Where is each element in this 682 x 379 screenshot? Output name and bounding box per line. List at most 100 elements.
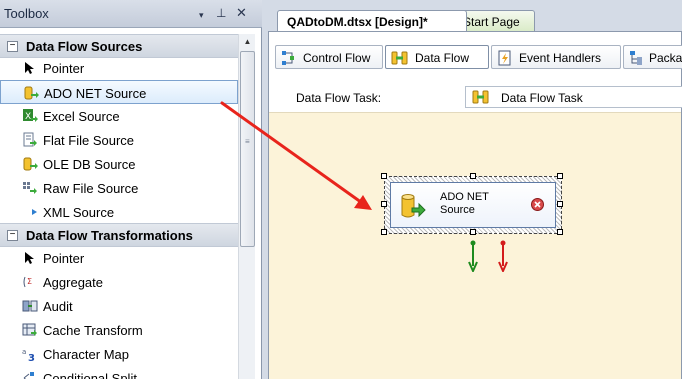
toolbox-item-ado-net-source[interactable]: ADO NET Source [0,80,238,104]
section-label: Data Flow Sources [26,39,143,54]
toolbox-item-pointer[interactable]: Pointer [0,56,238,80]
pointer-icon [22,250,38,266]
tab-label: Packa [649,51,682,65]
package-designer: Control Flow Data Flow Event Handlers Pa… [268,31,682,379]
ole-db-source-icon [22,156,38,172]
toolbox-item-label: XML Source [43,205,115,220]
package-explorer-icon [629,50,645,66]
toolbox-scrollbar[interactable]: ▲ ≡ [238,34,255,379]
error-output-arrow-icon[interactable] [498,240,508,272]
svg-text:X: X [25,112,31,122]
success-output-arrow-icon[interactable] [468,240,478,272]
data-flow-task-select[interactable]: Data Flow Task [465,86,682,108]
scroll-up-icon[interactable]: ▲ [239,34,256,50]
tab-package-explorer[interactable]: Packa [623,45,682,69]
excel-source-icon: X [22,108,38,124]
data-flow-canvas[interactable]: ADO NET Source [269,112,681,379]
close-icon[interactable]: ✕ [236,6,247,20]
window-position-dropdown-icon[interactable]: ▾ [199,8,204,22]
toolbox-item-pointer-2[interactable]: Pointer [0,246,238,270]
component-label: ADO NET Source [440,191,489,216]
tab-label: Data Flow [415,51,470,65]
toolbox-item-raw-file-source[interactable]: Raw File Source [0,176,238,200]
resize-handle[interactable] [557,201,563,207]
flat-file-source-icon [22,132,38,148]
task-label: Data Flow Task: [296,91,382,105]
tab-label: Event Handlers [519,51,602,65]
toolbox-item-aggregate[interactable]: Σ Aggregate [0,270,238,294]
ado-net-source-icon [23,85,39,101]
toolbox-item-xml-source[interactable]: XML Source [0,200,238,224]
conditional-split-icon [22,370,38,379]
audit-icon [22,298,38,314]
scrollbar-thumb[interactable]: ≡ [240,51,255,247]
section-data-flow-sources[interactable]: − Data Flow Sources [0,34,238,58]
raw-file-source-icon [22,180,38,196]
toolbox-item-label: Audit [43,299,73,314]
resize-handle[interactable] [381,229,387,235]
tab-start-page[interactable]: Start Page [455,10,535,32]
svg-text:a: a [22,348,26,356]
resize-handle[interactable] [557,173,563,179]
data-flow-task-bar: Data Flow Task: Data Flow Task [269,82,682,112]
toolbox-item-label: Conditional Split [43,371,137,379]
ado-net-source-icon [400,191,426,221]
toolbox-item-label: Pointer [43,251,85,266]
resize-handle[interactable] [381,173,387,179]
toolbox-item-cache-transform[interactable]: Cache Transform [0,318,238,342]
section-data-flow-transformations[interactable]: − Data Flow Transformations [0,223,238,247]
designer-tab-strip: Control Flow Data Flow Event Handlers Pa… [269,32,682,82]
auto-hide-pin-icon[interactable]: ⊥ [216,6,226,20]
error-icon[interactable] [531,198,544,211]
svg-text:3: 3 [28,353,35,362]
control-flow-icon [281,50,297,66]
toolbox-item-conditional-split[interactable]: Conditional Split [0,366,238,379]
grip-icon: ≡ [245,137,250,146]
resize-handle[interactable] [470,173,476,179]
resize-handle[interactable] [470,229,476,235]
xml-source-icon [22,204,38,220]
svg-text:Σ: Σ [27,277,32,286]
selected-task: Data Flow Task [501,91,583,105]
tab-package-design[interactable]: QADtoDM.dtsx [Design]* [277,10,467,32]
cache-transform-icon [22,322,38,338]
resize-handle[interactable] [557,229,563,235]
toolbox-item-label: Pointer [43,61,85,76]
toolbox-list: − Data Flow Sources Pointer ADO NET Sour… [0,34,238,379]
toolbox-header: Toolbox ▾ ⊥ ✕ [0,0,262,28]
event-handlers-icon [497,50,513,66]
tab-label: Start Page [463,15,520,29]
collapse-icon[interactable]: − [7,41,18,52]
data-flow-task-icon [472,89,489,105]
toolbox-item-label: Character Map [43,347,129,362]
toolbox-item-label: Flat File Source [43,133,135,148]
toolbox-item-label: Aggregate [43,275,103,290]
toolbox-item-label: OLE DB Source [43,157,136,172]
toolbox-panel: Toolbox ▾ ⊥ ✕ − Data Flow Sources Pointe… [0,0,262,379]
ado-net-source-component[interactable]: ADO NET Source [381,173,563,235]
document-area: Start Page QADtoDM.dtsx [Design]* Contro… [265,0,682,379]
toolbox-item-ole-db-source[interactable]: OLE DB Source [0,152,238,176]
toolbox-item-character-map[interactable]: a3 Character Map [0,342,238,366]
tab-label: QADtoDM.dtsx [Design]* [287,15,428,29]
toolbox-title: Toolbox [4,6,49,21]
component-body[interactable]: ADO NET Source [390,182,556,228]
section-label: Data Flow Transformations [26,228,193,243]
character-map-icon: a3 [22,346,38,362]
aggregate-icon: Σ [22,274,38,290]
toolbox-item-flat-file-source[interactable]: Flat File Source [0,128,238,152]
tab-label: Control Flow [303,51,371,65]
toolbox-item-audit[interactable]: Audit [0,294,238,318]
collapse-icon[interactable]: − [7,230,18,241]
tab-control-flow[interactable]: Control Flow [275,45,383,69]
data-flow-icon [391,50,408,66]
tab-event-handlers[interactable]: Event Handlers [491,45,621,69]
toolbox-item-label: Cache Transform [43,323,143,338]
toolbox-item-label: ADO NET Source [44,86,147,101]
toolbox-item-excel-source[interactable]: X Excel Source [0,104,238,128]
toolbox-item-label: Raw File Source [43,181,139,196]
tab-data-flow[interactable]: Data Flow [385,45,489,69]
resize-handle[interactable] [381,201,387,207]
toolbox-item-label: Excel Source [43,109,120,124]
pointer-icon [22,60,38,76]
